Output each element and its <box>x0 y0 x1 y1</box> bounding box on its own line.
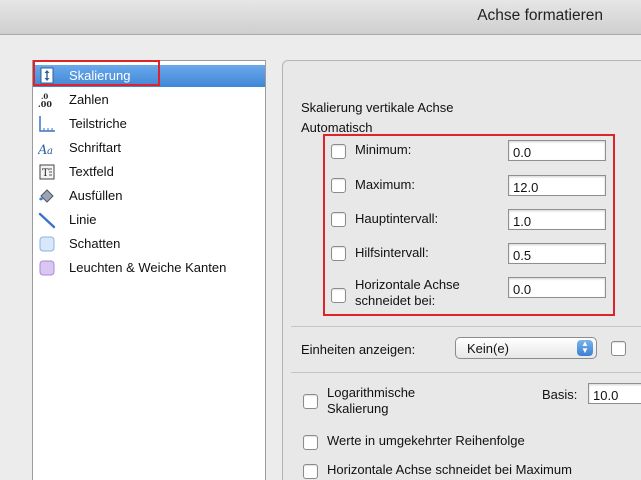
shadow-icon <box>39 236 55 252</box>
sidebar-item-label: Schriftart <box>69 140 122 155</box>
fill-bucket-icon <box>39 189 54 203</box>
textbox-icon: T <box>39 164 55 180</box>
sidebar-item-label: Zahlen <box>69 92 109 107</box>
basis-label: Basis: <box>542 387 578 402</box>
window-title: Achse formatieren <box>477 7 603 24</box>
tick-marks-icon <box>39 116 55 132</box>
minimum-auto-checkbox[interactable] <box>331 144 346 159</box>
number-format-icon: .0 .00 <box>38 92 52 109</box>
maximum-field[interactable]: 12.0 <box>508 175 606 196</box>
basis-field[interactable]: 10.0 <box>588 383 641 404</box>
category-sidebar: Skalierung .0 .00 Zahlen Teilstriche A a… <box>32 60 266 480</box>
sidebar-item-zahlen[interactable]: .0 .00 Zahlen <box>33 89 265 111</box>
format-axis-dialog: Achse formatieren Skalierung .0 .00 Zahl… <box>0 0 641 480</box>
logarithmic-label-line2: Skalierung <box>327 401 389 416</box>
sidebar-item-skalierung[interactable]: Skalierung <box>33 65 265 87</box>
sidebar-item-schriftart[interactable]: A a Schriftart <box>33 137 265 159</box>
minor-unit-auto-checkbox[interactable] <box>331 246 346 261</box>
minor-unit-field[interactable]: 0.5 <box>508 243 606 264</box>
svg-text:A: A <box>38 143 47 157</box>
glow-icon <box>39 260 55 276</box>
sidebar-item-label: Schatten <box>69 236 121 251</box>
section-title: Skalierung vertikale Achse <box>301 100 454 115</box>
maximum-label: Maximum: <box>355 177 415 192</box>
reverse-order-checkbox[interactable] <box>303 435 318 450</box>
major-unit-field[interactable]: 1.0 <box>508 209 606 230</box>
major-unit-label: Hauptintervall: <box>355 211 439 226</box>
sidebar-item-label: Leuchten & Weiche Kanten <box>69 260 227 275</box>
svg-text:T: T <box>42 168 49 179</box>
svg-text:a: a <box>47 146 53 157</box>
crosses-at-label-line1: Horizontale Achse <box>355 277 460 292</box>
sidebar-item-teilstriche[interactable]: Teilstriche <box>33 113 265 135</box>
minimum-label: Minimum: <box>355 142 412 157</box>
sidebar-item-textfeld[interactable]: T Textfeld <box>33 161 265 183</box>
reverse-order-label: Werte in umgekehrter Reihenfolge <box>327 433 525 448</box>
separator <box>291 372 641 373</box>
scaling-icon <box>40 67 54 84</box>
units-label: Einheiten anzeigen: <box>301 342 416 357</box>
sidebar-item-ausfuellen[interactable]: Ausfüllen <box>33 185 265 207</box>
auto-label: Automatisch <box>301 120 373 135</box>
separator <box>291 326 641 327</box>
line-icon <box>38 212 56 229</box>
minor-unit-label: Hilfsintervall: <box>355 245 429 260</box>
popup-arrows-icon: ▲ ▼ <box>577 340 593 356</box>
crosses-at-maximum-checkbox[interactable] <box>303 464 318 479</box>
sidebar-item-linie[interactable]: Linie <box>33 209 265 231</box>
maximum-auto-checkbox[interactable] <box>331 178 346 193</box>
sidebar-item-label: Skalierung <box>69 68 131 83</box>
title-bar[interactable]: Achse formatieren <box>0 0 641 35</box>
sidebar-item-label: Teilstriche <box>69 116 127 131</box>
sidebar-item-label: Ausfüllen <box>69 188 123 203</box>
show-units-label-checkbox[interactable] <box>611 341 626 356</box>
crosses-at-maximum-label: Horizontale Achse schneidet bei Maximum <box>327 462 572 477</box>
units-popup[interactable]: Kein(e) ▲ ▼ <box>455 337 597 359</box>
units-popup-value: Kein(e) <box>467 341 509 356</box>
sidebar-item-schatten[interactable]: Schatten <box>33 233 265 255</box>
crosses-at-field[interactable]: 0.0 <box>508 277 606 298</box>
font-icon: A a <box>38 143 53 157</box>
minimum-field[interactable]: 0.0 <box>508 140 606 161</box>
svg-text:.00: .00 <box>38 99 52 109</box>
major-unit-auto-checkbox[interactable] <box>331 212 346 227</box>
crosses-at-label-line2: schneidet bei: <box>355 293 436 308</box>
sidebar-item-label: Linie <box>69 212 97 227</box>
crosses-at-auto-checkbox[interactable] <box>331 288 346 303</box>
logarithmic-checkbox[interactable] <box>303 394 318 409</box>
sidebar-item-label: Textfeld <box>69 164 114 179</box>
sidebar-item-leuchten[interactable]: Leuchten & Weiche Kanten <box>33 257 265 279</box>
logarithmic-label-line1: Logarithmische <box>327 385 416 400</box>
